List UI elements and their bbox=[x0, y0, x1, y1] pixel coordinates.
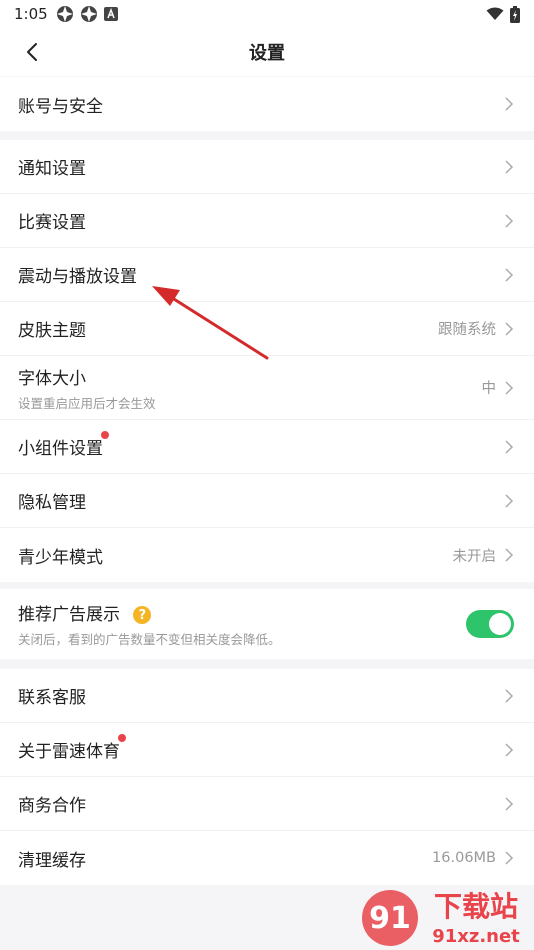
settings-item-label: 震动与播放设置 bbox=[18, 267, 137, 287]
chevron-right-icon bbox=[505, 267, 514, 282]
chevron-right-icon bbox=[505, 742, 514, 757]
chevron-right-icon bbox=[505, 321, 514, 336]
ads-toggle[interactable] bbox=[466, 610, 514, 638]
watermark-url: 91xz.net bbox=[432, 926, 520, 947]
toggle-knob bbox=[489, 613, 511, 635]
settings-item-clear-cache[interactable]: 清理缓存 16.06MB bbox=[0, 831, 534, 885]
settings-item-value: 未开启 bbox=[452, 548, 497, 565]
settings-item-widget[interactable]: 小组件设置 bbox=[0, 420, 534, 474]
watermark-logo: 91 下载站 91xz.net bbox=[360, 886, 534, 950]
status-notification-icons bbox=[56, 5, 118, 23]
settings-item-subtitle: 设置重启应用后才会生效 bbox=[18, 395, 156, 411]
settings-item-label: 商务合作 bbox=[18, 796, 86, 816]
back-arrow-icon bbox=[27, 43, 37, 61]
app-notification-icon bbox=[80, 6, 97, 22]
status-system-icons bbox=[486, 5, 520, 23]
settings-item-business[interactable]: 商务合作 bbox=[0, 777, 534, 831]
settings-item-value: 16.06MB bbox=[432, 850, 496, 866]
settings-group-general: 通知设置 比赛设置 震动与播放设置 皮肤主题 跟随系统 字体大小 设置重启应用后… bbox=[0, 140, 534, 582]
chevron-right-icon bbox=[505, 380, 514, 395]
watermark-text: 下载站 bbox=[434, 890, 518, 923]
settings-item-skin-theme[interactable]: 皮肤主题 跟随系统 bbox=[0, 302, 534, 356]
settings-item-label: 账号与安全 bbox=[18, 96, 103, 117]
settings-item-label: 清理缓存 bbox=[18, 850, 86, 871]
back-button[interactable] bbox=[18, 38, 46, 66]
settings-screen: 1:05 设置 账号与安全 通知设置 比赛设置 震动与播放设置 皮肤主题 跟随系… bbox=[0, 0, 534, 950]
settings-item-notification[interactable]: 通知设置 bbox=[0, 140, 534, 194]
settings-item-recommended-ads: 推荐广告展示 ? 关闭后，看到的广告数量不变但相关度会降低。 bbox=[0, 589, 534, 659]
settings-item-label: 字体大小 bbox=[18, 368, 86, 389]
nav-bar: 设置 bbox=[0, 28, 534, 76]
settings-item-label: 皮肤主题 bbox=[18, 321, 86, 341]
settings-item-match[interactable]: 比赛设置 bbox=[0, 194, 534, 248]
settings-group-about: 联系客服 关于雷速体育 商务合作 清理缓存 16.06MB bbox=[0, 669, 534, 885]
help-icon[interactable]: ? bbox=[133, 606, 152, 624]
settings-item-privacy[interactable]: 隐私管理 bbox=[0, 474, 534, 528]
chevron-right-icon bbox=[505, 97, 514, 111]
new-badge-dot bbox=[101, 431, 109, 439]
new-badge-dot bbox=[118, 734, 126, 742]
watermark-graphic: 91 下载站 91xz.net bbox=[362, 890, 520, 947]
settings-item-subtitle: 关闭后，看到的广告数量不变但相关度会降低。 bbox=[18, 632, 281, 647]
settings-item-value: 跟随系统 bbox=[438, 322, 496, 338]
settings-item-label: 联系客服 bbox=[18, 688, 86, 708]
status-bar: 1:05 bbox=[0, 0, 534, 28]
chevron-right-icon bbox=[505, 439, 514, 454]
app-notification-icon bbox=[56, 6, 73, 22]
font-notification-icon bbox=[103, 7, 118, 21]
chevron-right-icon bbox=[505, 796, 514, 811]
settings-item-label: 青少年模式 bbox=[18, 547, 103, 568]
chevron-right-icon bbox=[505, 159, 514, 174]
settings-item-label: 关于雷速体育 bbox=[18, 734, 126, 762]
settings-item-label: 小组件设置 bbox=[18, 431, 109, 459]
settings-item-youth-mode[interactable]: 青少年模式 未开启 bbox=[0, 528, 534, 582]
chevron-right-icon bbox=[505, 493, 514, 508]
chevron-right-icon bbox=[505, 688, 514, 703]
chevron-right-icon bbox=[505, 548, 514, 562]
settings-item-account-security[interactable]: 账号与安全 bbox=[0, 77, 534, 131]
page-title: 设置 bbox=[249, 43, 285, 64]
settings-item-label: 通知设置 bbox=[18, 159, 86, 179]
settings-group-ads: 推荐广告展示 ? 关闭后，看到的广告数量不变但相关度会降低。 bbox=[0, 589, 534, 659]
settings-item-label: 比赛设置 bbox=[18, 213, 86, 233]
settings-group-account: 账号与安全 bbox=[0, 77, 534, 131]
battery-icon bbox=[510, 5, 520, 23]
settings-item-about[interactable]: 关于雷速体育 bbox=[0, 723, 534, 777]
settings-item-vibration-playback[interactable]: 震动与播放设置 bbox=[0, 248, 534, 302]
settings-item-label: 推荐广告展示 ? bbox=[18, 600, 281, 625]
wifi-icon bbox=[486, 7, 504, 20]
chevron-right-icon bbox=[505, 213, 514, 228]
settings-item-label: 隐私管理 bbox=[18, 493, 86, 513]
settings-item-font-size[interactable]: 字体大小 设置重启应用后才会生效 中 bbox=[0, 356, 534, 420]
settings-item-value: 中 bbox=[481, 381, 497, 397]
chevron-right-icon bbox=[505, 851, 514, 865]
settings-item-customer-service[interactable]: 联系客服 bbox=[0, 669, 534, 723]
svg-text:91: 91 bbox=[369, 901, 411, 936]
status-time: 1:05 bbox=[14, 5, 48, 23]
